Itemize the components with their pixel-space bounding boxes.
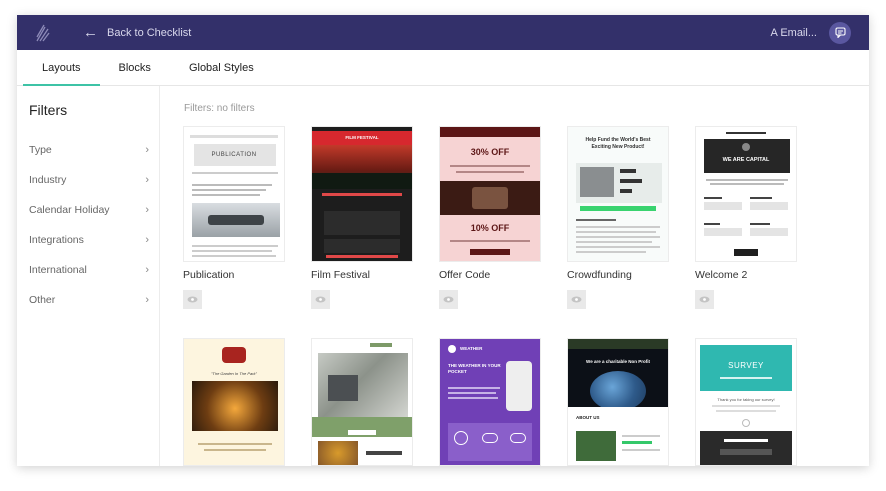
tab-label: Global Styles [188, 61, 254, 74]
back-label: Back to Checklist [107, 26, 192, 39]
top-bar: ← Back to Checklist A Email... [17, 15, 869, 50]
email-name: A Email... [770, 26, 817, 39]
filter-industry[interactable]: Industry › [29, 174, 149, 186]
template-thumbnail[interactable]: FILM FESTIVAL [311, 126, 413, 262]
filter-label: Other [29, 294, 56, 306]
eye-icon [571, 296, 582, 303]
eye-icon [443, 296, 454, 303]
template-card-offer-code: 30% OFF 10% OFF Offer Code [439, 126, 541, 309]
filter-label: Integrations [29, 234, 84, 246]
thumb-text: PUBLICATION [211, 152, 257, 158]
template-name: Crowdfunding [567, 269, 632, 281]
layouts-gallery: Filters: no filters PUBLICATION Publicat… [183, 86, 869, 466]
app-window: ← Back to Checklist A Email... Layouts B… [17, 15, 869, 466]
filter-label: Calendar Holiday [29, 204, 110, 216]
preview-button[interactable] [311, 290, 330, 309]
thumb-text: 10% OFF [470, 223, 510, 233]
template-card-welcome-2: WE ARE CAPITAL Welcome 2 [695, 126, 797, 309]
template-thumbnail[interactable] [311, 338, 413, 466]
filter-label: Type [29, 144, 52, 156]
thumb-text: FILM FESTIVAL [345, 135, 379, 140]
thumb-text: WEATHER [460, 346, 483, 351]
chevron-right-icon: › [145, 234, 149, 246]
tab-global-styles[interactable]: Global Styles [170, 50, 273, 85]
template-name: Offer Code [439, 269, 491, 281]
thumb-text: Help Fund the World's Best Exciting New … [585, 137, 651, 150]
tab-bar: Layouts Blocks Global Styles [17, 50, 869, 86]
template-thumbnail[interactable]: We are a charitable Non Profit ABOUT US [567, 338, 669, 466]
template-card-artisan [311, 338, 413, 466]
filter-international[interactable]: International › [29, 264, 149, 276]
thumb-text: "The Garden In The Park" [211, 371, 257, 376]
template-name: Publication [183, 269, 235, 281]
template-thumbnail[interactable]: "The Garden In The Park" [183, 338, 285, 466]
preview-button[interactable] [183, 290, 202, 309]
template-thumbnail[interactable]: WEATHER THE WEATHER IN YOUR POCKET [439, 338, 541, 466]
filter-integrations[interactable]: Integrations › [29, 234, 149, 246]
tab-label: Blocks [118, 61, 151, 74]
template-thumbnail[interactable]: Help Fund the World's Best Exciting New … [567, 126, 669, 262]
tab-layouts[interactable]: Layouts [23, 50, 100, 86]
preview-button[interactable] [567, 290, 586, 309]
filter-label: International [29, 264, 87, 276]
chevron-right-icon: › [145, 264, 149, 276]
template-card-non-profit: We are a charitable Non Profit ABOUT US [567, 338, 669, 466]
template-thumbnail[interactable]: WE ARE CAPITAL [695, 126, 797, 262]
thumb-text: THE WEATHER IN YOUR POCKET [448, 363, 501, 374]
chevron-right-icon: › [145, 144, 149, 156]
thumb-text: Thank you for taking our survey! [717, 397, 775, 402]
filter-type[interactable]: Type › [29, 144, 149, 156]
template-thumbnail[interactable]: SURVEY Thank you for taking our survey! [695, 338, 797, 466]
filter-other[interactable]: Other › [29, 294, 149, 306]
thumb-text: We are a charitable Non Profit [586, 359, 650, 364]
template-name: Film Festival [311, 269, 370, 281]
eye-icon [699, 296, 710, 303]
template-card-crowdfunding: Help Fund the World's Best Exciting New … [567, 126, 669, 309]
preview-button[interactable] [439, 290, 458, 309]
chevron-right-icon: › [145, 174, 149, 186]
template-card-garden: "The Garden In The Park" [183, 338, 285, 466]
back-to-checklist-link[interactable]: ← Back to Checklist [83, 25, 191, 40]
template-card-survey: SURVEY Thank you for taking our survey! [695, 338, 797, 466]
arrow-left-icon: ← [83, 24, 98, 41]
template-card-publication: PUBLICATION Publication [183, 126, 285, 309]
template-thumbnail[interactable]: PUBLICATION [183, 126, 285, 262]
thumb-text: ABOUT US [576, 415, 600, 420]
filters-sidebar: Filters Type › Industry › Calendar Holiday… [17, 86, 160, 466]
thumb-text: WE ARE CAPITAL [722, 157, 770, 163]
message-button[interactable] [829, 21, 851, 44]
chevron-right-icon: › [145, 294, 149, 306]
template-thumbnail[interactable]: 30% OFF 10% OFF [439, 126, 541, 262]
template-name: Welcome 2 [695, 269, 748, 281]
eye-icon [315, 296, 326, 303]
template-card-weather: WEATHER THE WEATHER IN YOUR POCKET [439, 338, 541, 466]
preview-button[interactable] [695, 290, 714, 309]
filters-title: Filters [29, 102, 68, 118]
filter-label: Industry [29, 174, 67, 186]
template-card-film-festival: FILM FESTIVAL Film Festival [311, 126, 413, 309]
thumb-text: 30% OFF [470, 147, 510, 157]
chevron-right-icon: › [145, 204, 149, 216]
filter-calendar-holiday[interactable]: Calendar Holiday › [29, 204, 149, 216]
tab-blocks[interactable]: Blocks [100, 50, 170, 85]
message-icon [834, 27, 846, 38]
active-filters-text: Filters: no filters [184, 103, 255, 114]
tab-label: Layouts [42, 61, 81, 74]
eye-icon [187, 296, 198, 303]
logo-icon [35, 24, 65, 42]
thumb-text: SURVEY [728, 361, 764, 370]
